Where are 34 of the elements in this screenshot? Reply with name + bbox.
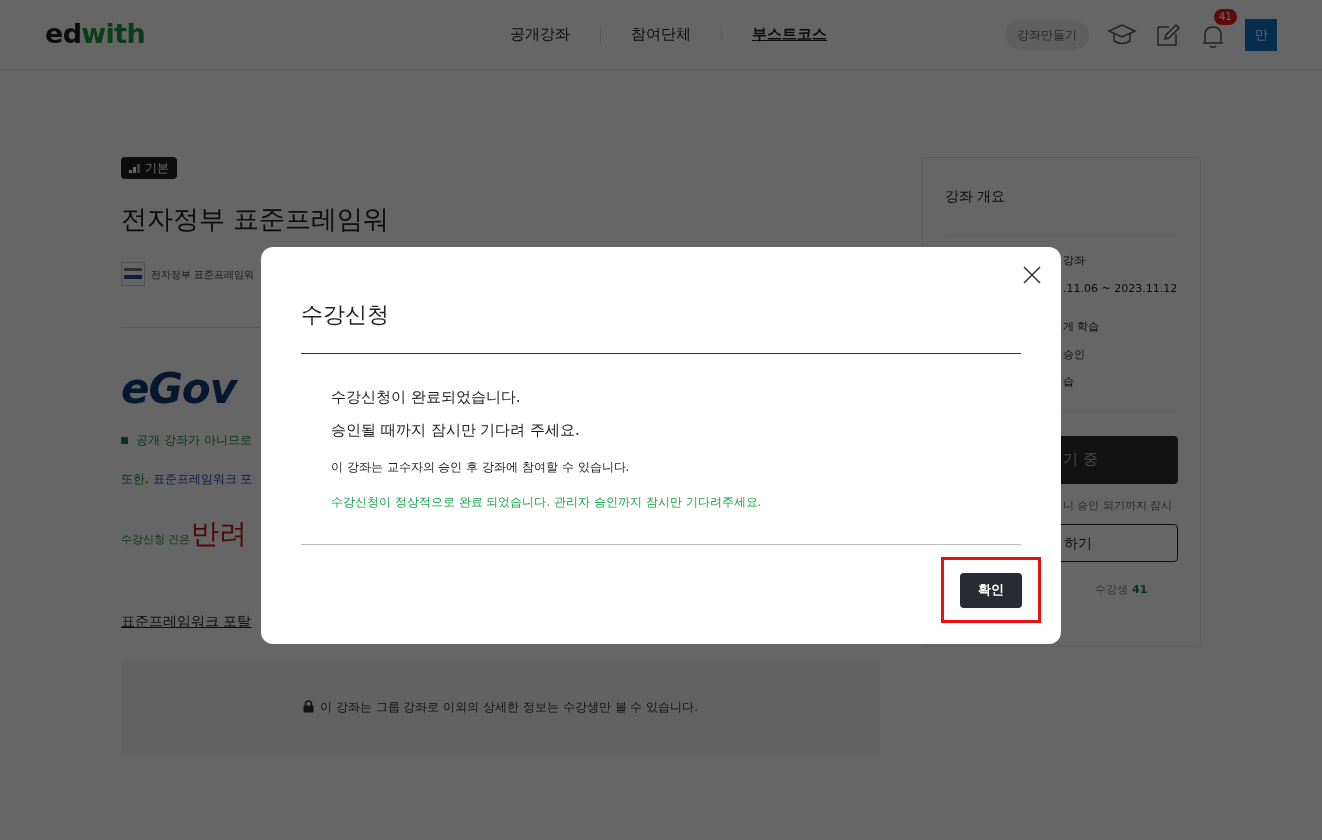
logo-text[interactable]: ed [45,14,82,55]
dialog-message: 수강신청이 완료되었습니다. [331,387,522,408]
logo-text[interactable]: with [81,14,145,55]
lock-icon [303,700,314,713]
org-logo-icon [121,262,145,286]
summary-title: 강좌 개요 [945,187,1007,206]
level-badge: 기본 [121,157,177,179]
summary-row-text: 강좌 [1063,253,1085,269]
course-title: 전자정부 표준프레임워 [121,203,390,236]
locked-notice-text: 이 강좌는 그룹 강좌로 이외의 상세한 정보는 수강생만 볼 수 있습니다. [320,698,698,716]
nav-link[interactable]: 공개강좌 [510,23,570,46]
confirm-button[interactable]: 확인 [960,572,1022,608]
org-name[interactable]: 전자정부 표준프레임워 [151,266,255,282]
dialog-message: 승인될 때까지 잠시만 기다려 주세요. [331,419,581,441]
nav-link[interactable]: 부스트코스 [752,23,827,46]
dialog-title: 수강신청 [301,301,390,329]
egov-logo: eGov [121,363,236,415]
dialog-success-message: 수강신청이 정상적으로 완료 되었습니다. 관리자 승인까지 잠시만 기다려주세요. [331,494,763,511]
notification-badge: 41 [1214,8,1237,25]
dialog-info: 이 강좌는 교수자의 승인 후 강좌에 참여할 수 있습니다. [331,459,631,476]
signal-bars-icon [129,163,141,173]
summary-row-text: 승인 [1063,346,1085,363]
nav-link[interactable]: 참여단체 [631,23,691,46]
summary-row-text: 게 학습 [1063,319,1100,335]
portal-notice-text: 또한, 표준프레임워크 포 [121,471,253,488]
edit-icon[interactable] [1155,21,1181,48]
close-icon[interactable] [1023,266,1041,284]
summary-row-text: .11.06 ~ 2023.11.12 [1063,280,1178,297]
summary-row-text: 습 [1063,374,1074,390]
portal-link[interactable]: 표준프레임워크 포탈 [121,610,252,632]
students-count: 41 [1132,582,1148,598]
notice-text: 공개 강좌가 아니므로 [121,431,252,449]
reject-notice-text: 수강신청 건은 반려 [121,516,247,552]
user-avatar[interactable]: 만 [1245,18,1277,51]
